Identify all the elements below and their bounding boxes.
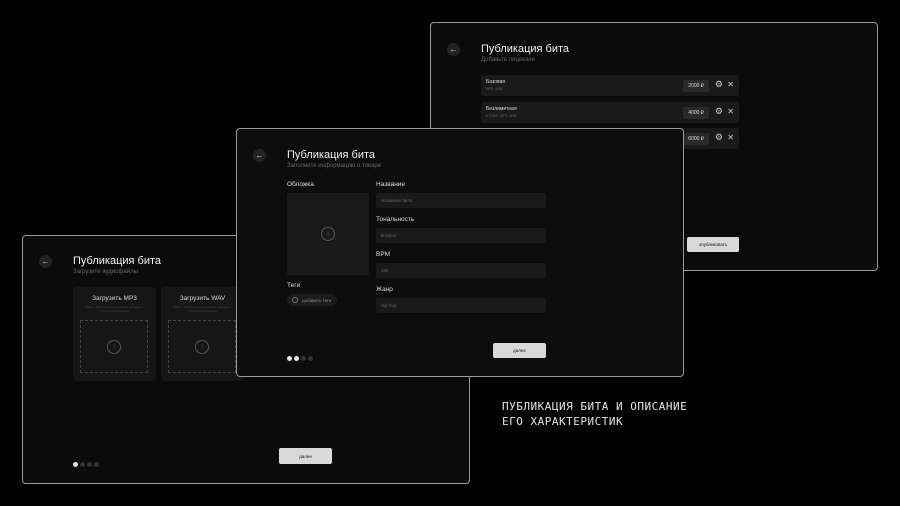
upload-card-title: Загрузить WAV	[179, 295, 226, 302]
upload-icon: ↑	[195, 339, 209, 354]
arrow-left-icon: ←	[41, 257, 50, 266]
page-title: Публикация бита	[481, 43, 570, 55]
publish-button[interactable]: опубликовать	[687, 237, 739, 252]
field-input[interactable]: 156	[376, 263, 546, 278]
close-icon[interactable]: ✕	[727, 133, 734, 142]
license-price[interactable]: 6000 ₽	[683, 133, 709, 145]
upload-card[interactable]: Загрузить MP3 Файлы MP3 используются для…	[73, 287, 156, 381]
gear-icon[interactable]: ⚙	[715, 106, 723, 117]
upload-card-desc: Файлы MP3 используются для продажи и пре…	[85, 305, 144, 313]
step-dot	[73, 462, 78, 467]
upload-card-title: Загрузить MP3	[92, 295, 137, 302]
page-title: Публикация бита	[287, 149, 376, 161]
back-button[interactable]: ←	[253, 149, 266, 162]
upload-icon: ↑	[321, 227, 335, 241]
caption-line: ПУБЛИКАЦИЯ БИТА И ОПИСАНИЕ	[502, 400, 688, 413]
license-name: Базовая	[486, 79, 506, 85]
back-button[interactable]: ←	[39, 255, 52, 268]
page-subtitle: Заполните информацию о товаре	[287, 163, 382, 169]
field-input[interactable]: Название бита	[376, 193, 546, 208]
license-formats: MP3, WAV	[486, 87, 503, 91]
arrow-left-icon: ←	[255, 151, 264, 160]
step-dot	[80, 462, 85, 467]
drop-zone[interactable]: ↑	[168, 320, 236, 373]
back-button[interactable]: ←	[447, 43, 460, 56]
field-label: Жанр	[376, 286, 393, 293]
info-screen: ← Публикация бита Заполните информацию о…	[236, 128, 684, 377]
next-button[interactable]: далее	[279, 448, 332, 464]
page-subtitle: Загрузите аудиофайлы	[73, 269, 138, 275]
field-input[interactable]: B Minor	[376, 228, 546, 243]
drop-zone[interactable]: ↑	[80, 320, 148, 373]
upload-card[interactable]: Загрузить WAV Файлы WAV используются для…	[161, 287, 244, 381]
add-tags-label: добавить теги	[302, 297, 332, 303]
license-name: Безлимитная	[486, 105, 517, 112]
cover-label: Обложка	[287, 181, 314, 188]
gear-icon[interactable]: ⚙	[715, 79, 723, 90]
step-dot	[87, 462, 92, 467]
next-button[interactable]: далее	[493, 343, 546, 358]
cover-upload[interactable]: ↑	[287, 193, 369, 275]
upload-icon: ↑	[107, 339, 121, 354]
upload-card-desc: Файлы WAV используются для продажи и пре…	[173, 305, 232, 313]
tags-label: Теги	[287, 282, 301, 289]
license-row[interactable]: Безлимитная STEMS, MP3, WAV 4000 ₽ ⚙ ✕	[481, 101, 739, 123]
field-label: Тональность	[376, 216, 415, 223]
plus-circle-icon	[292, 297, 298, 303]
license-row[interactable]: Базовая MP3, WAV 2000 ₽ ⚙ ✕	[481, 75, 739, 96]
step-dot	[287, 356, 292, 361]
license-price[interactable]: 4000 ₽	[683, 106, 709, 119]
step-dot	[294, 356, 299, 361]
license-formats: STEMS, MP3, WAV	[486, 113, 517, 118]
step-dot	[94, 462, 99, 467]
field-input[interactable]: Hip hop	[376, 298, 546, 313]
caption-line: ЕГО ХАРАКТЕРИСТИК	[502, 415, 624, 428]
step-dots	[287, 348, 315, 366]
field-label: Название	[376, 181, 406, 188]
license-price[interactable]: 2000 ₽	[683, 80, 709, 92]
field-label: BPM	[376, 251, 391, 258]
close-icon[interactable]: ✕	[727, 107, 734, 116]
caption: ПУБЛИКАЦИЯ БИТА И ОПИСАНИЕ ЕГО ХАРАКТЕРИ…	[502, 399, 687, 429]
add-tags-button[interactable]: добавить теги	[287, 294, 337, 306]
page-subtitle: Добавьте лицензии	[481, 57, 535, 63]
page-title: Публикация бита	[73, 255, 162, 267]
gear-icon[interactable]: ⚙	[715, 132, 723, 143]
step-dot	[308, 356, 313, 361]
step-dot	[301, 356, 306, 361]
step-dots	[73, 454, 101, 472]
close-icon[interactable]: ✕	[727, 80, 734, 89]
arrow-left-icon: ←	[449, 45, 458, 54]
